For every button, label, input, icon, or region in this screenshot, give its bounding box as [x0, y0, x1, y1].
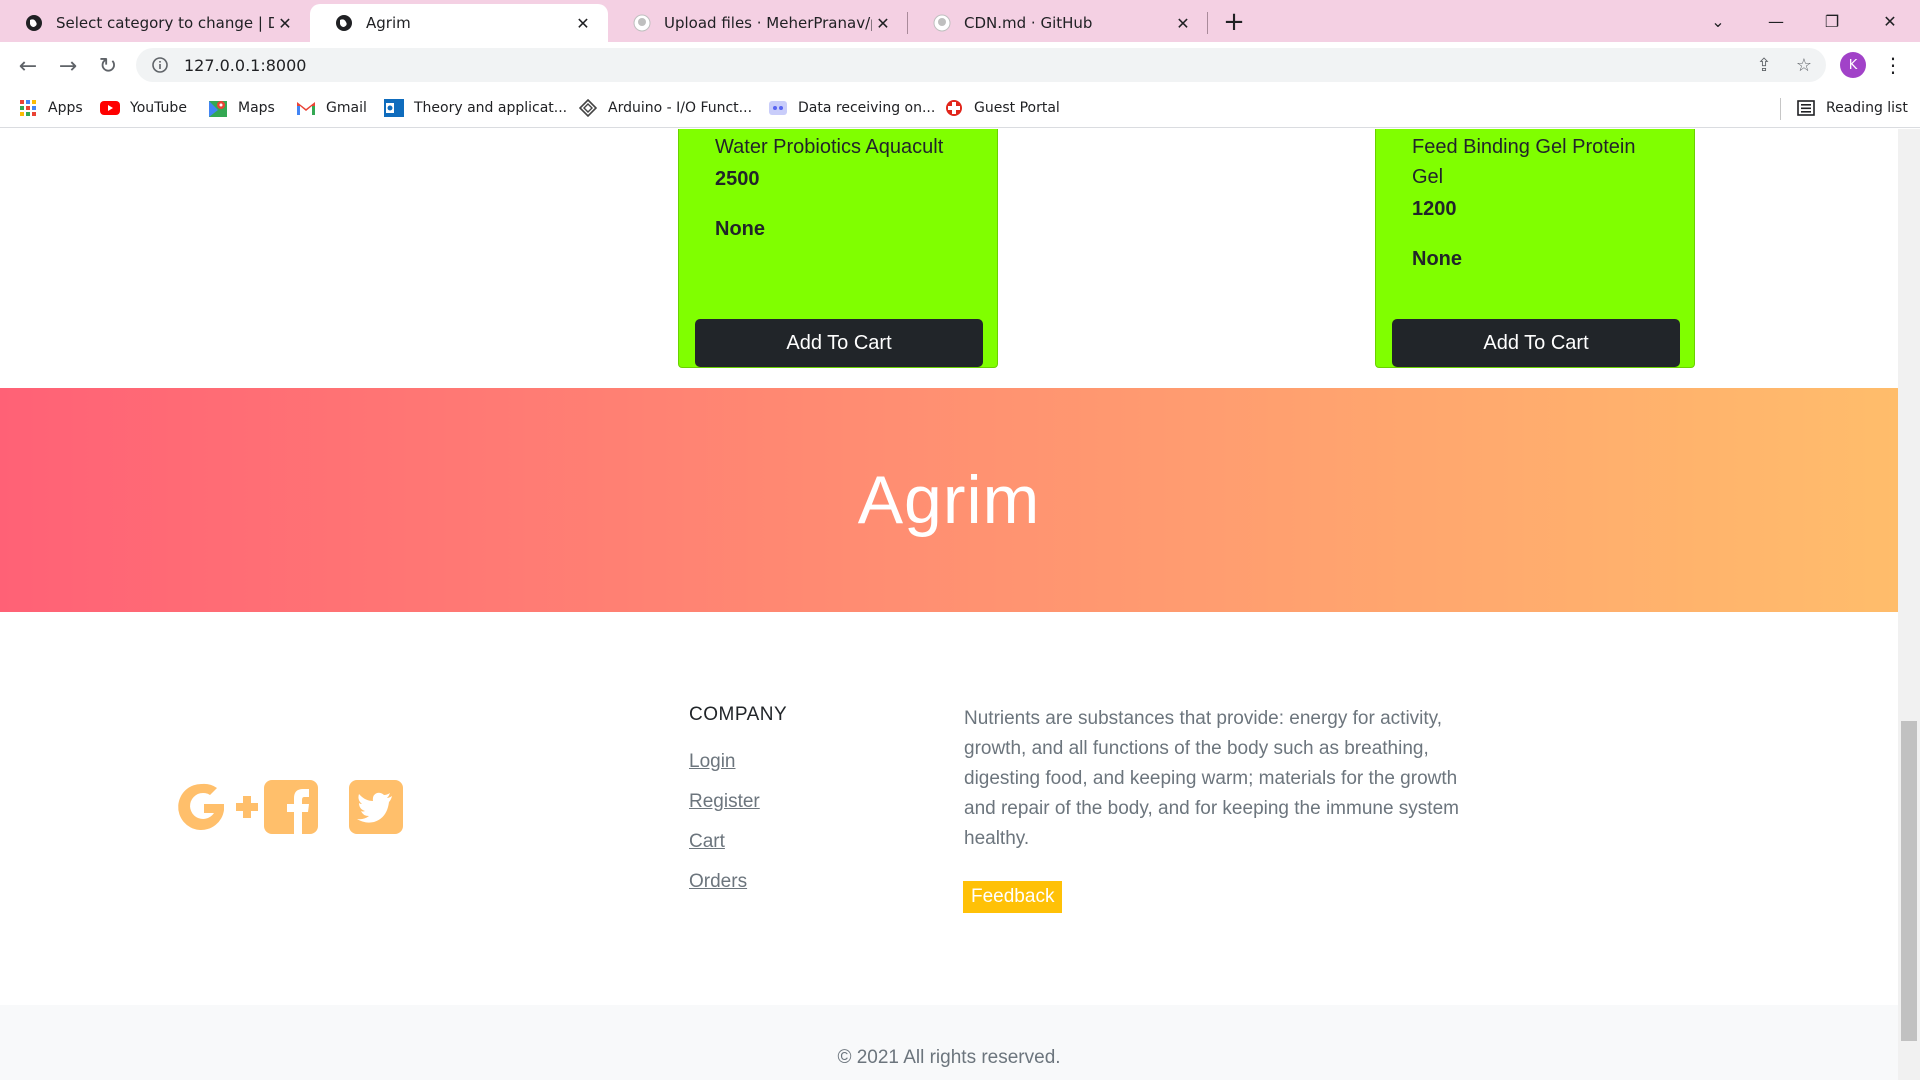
page-scrollbar[interactable]: [1898, 129, 1920, 1080]
bookmark-label: Maps: [238, 100, 275, 116]
gmail-icon: [296, 98, 316, 118]
reload-icon[interactable]: ↻: [92, 50, 124, 82]
close-icon[interactable]: ✕: [872, 12, 894, 34]
outlook-icon: [384, 98, 404, 118]
product-price: 2500: [715, 168, 760, 190]
github-icon: [932, 13, 952, 33]
bookmarks-divider: [1780, 98, 1781, 120]
address-bar[interactable]: 127.0.0.1:8000 ⇪ ☆: [136, 48, 1826, 82]
cart-link[interactable]: Cart: [689, 831, 725, 853]
bookmark-guest-portal[interactable]: Guest Portal: [944, 96, 1060, 120]
url-text: 127.0.0.1:8000: [184, 55, 307, 75]
brand-title: Agrim: [857, 462, 1041, 538]
github-icon: [632, 13, 652, 33]
product-price: 1200: [1412, 198, 1457, 220]
bookmark-label: YouTube: [130, 100, 187, 116]
portal-icon: [944, 98, 964, 118]
tab-strip: Select category to change | Djang ✕ Agri…: [0, 0, 1920, 42]
minimize-icon[interactable]: —: [1748, 0, 1804, 42]
window-close-icon[interactable]: ✕: [1862, 0, 1918, 42]
login-link[interactable]: Login: [689, 751, 736, 773]
bookmark-label: Data receiving on...: [798, 100, 936, 116]
bookmark-data-receiving[interactable]: Data receiving on...: [768, 96, 935, 120]
product-card: Feed Binding Gel Protein Gel 1200 None A…: [1375, 129, 1695, 368]
share-icon[interactable]: ⇪: [1752, 53, 1776, 77]
page-viewport: Water Probiotics Aquacult 2500 None Add …: [0, 129, 1898, 1080]
browser-toolbar: ← → ↻ 127.0.0.1:8000 ⇪ ☆ K ⋮: [0, 42, 1920, 88]
bookmark-label: Arduino - I/O Funct...: [608, 100, 753, 116]
company-heading: COMPANY: [689, 704, 788, 725]
profile-avatar[interactable]: K: [1840, 52, 1866, 78]
about-text: Nutrients are substances that provide: e…: [964, 708, 1459, 849]
product-extra: None: [1412, 248, 1462, 270]
reading-list-label: Reading list: [1826, 100, 1908, 116]
bookmark-gmail[interactable]: Gmail: [296, 96, 367, 120]
copyright-text: © 2021 All rights reserved.: [837, 1047, 1061, 1068]
product-extra: None: [715, 218, 765, 240]
scrollbar-thumb[interactable]: [1901, 721, 1917, 1041]
tab-django-admin[interactable]: Select category to change | Djang ✕: [0, 4, 310, 42]
product-card: Water Probiotics Aquacult 2500 None Add …: [678, 129, 998, 368]
bookmark-apps[interactable]: Apps: [18, 96, 83, 120]
bookmarks-bar: Apps YouTube Maps Gmail Theory and appli…: [0, 88, 1920, 128]
bookmark-label: Apps: [48, 100, 83, 116]
reading-list-icon: [1796, 98, 1816, 118]
tab-cdn-md[interactable]: CDN.md · GitHub ✕: [908, 4, 1208, 42]
product-name: Water Probiotics Aquacult: [715, 136, 944, 158]
apps-grid-icon: [18, 98, 38, 118]
facebook-icon[interactable]: [264, 780, 318, 834]
product-name: Feed Binding Gel Protein Gel: [1412, 136, 1636, 188]
orders-link[interactable]: Orders: [689, 871, 747, 893]
bookmark-youtube[interactable]: YouTube: [100, 96, 187, 120]
bookmark-maps[interactable]: Maps: [208, 96, 275, 120]
tab-title: Agrim: [366, 14, 411, 32]
tab-title: CDN.md · GitHub: [964, 14, 1093, 32]
youtube-icon: [100, 98, 120, 118]
bookmark-label: Theory and applicat...: [414, 100, 568, 116]
bookmark-star-icon[interactable]: ☆: [1792, 53, 1816, 77]
hero-banner: Agrim: [0, 388, 1898, 612]
bookmark-label: Guest Portal: [974, 100, 1060, 116]
tab-agrim[interactable]: Agrim ✕: [310, 4, 608, 42]
reading-list-button[interactable]: Reading list: [1796, 96, 1908, 120]
bookmark-label: Gmail: [326, 100, 367, 116]
close-icon[interactable]: ✕: [1172, 12, 1194, 34]
site-info-icon[interactable]: [150, 55, 170, 75]
tab-title: Upload files · MeherPranav/pfsd: [664, 14, 872, 32]
tab-upload-files[interactable]: Upload files · MeherPranav/pfsd ✕: [608, 4, 908, 42]
globe-icon: [24, 13, 44, 33]
bookmark-arduino[interactable]: Arduino - I/O Funct...: [578, 96, 752, 120]
tab-search-icon[interactable]: ⌄: [1690, 0, 1746, 42]
close-icon[interactable]: ✕: [274, 12, 296, 34]
add-to-cart-button[interactable]: Add To Cart: [695, 319, 983, 367]
globe-icon: [334, 13, 354, 33]
new-tab-button[interactable]: +: [1220, 7, 1248, 37]
maps-icon: [208, 98, 228, 118]
close-icon[interactable]: ✕: [572, 12, 594, 34]
bookmark-theory[interactable]: Theory and applicat...: [384, 96, 567, 120]
kebab-menu-icon[interactable]: ⋮: [1880, 52, 1906, 78]
feedback-button[interactable]: Feedback: [963, 881, 1063, 913]
forward-icon[interactable]: →: [52, 50, 84, 82]
back-icon[interactable]: ←: [12, 50, 44, 82]
google-plus-icon[interactable]: [176, 780, 268, 834]
register-link[interactable]: Register: [689, 791, 760, 813]
discord-icon: [768, 98, 788, 118]
arduino-icon: [578, 98, 598, 118]
add-to-cart-button[interactable]: Add To Cart: [1392, 319, 1680, 367]
tab-title: Select category to change | Djang: [56, 14, 274, 32]
tab-divider: [1207, 12, 1208, 34]
twitter-icon[interactable]: [349, 780, 403, 834]
restore-icon[interactable]: ❐: [1804, 0, 1860, 42]
